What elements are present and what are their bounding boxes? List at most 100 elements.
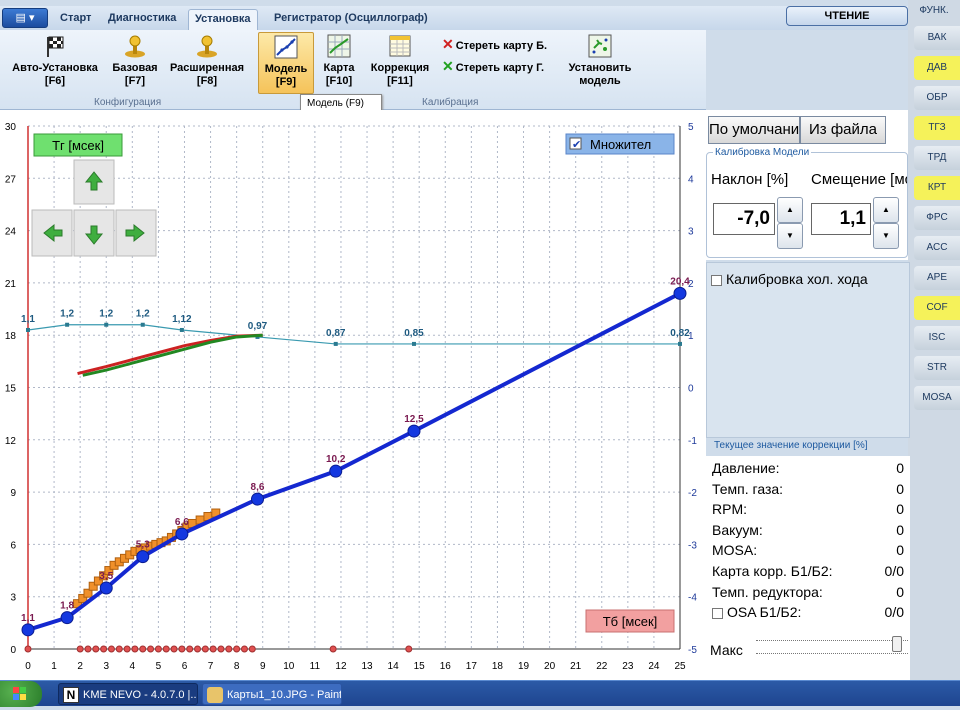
status-label: Темп. газа: — [712, 480, 784, 497]
func-button-тгз[interactable]: ТГЗ — [914, 116, 960, 140]
nav-arrows — [31, 159, 157, 257]
osa-checkbox[interactable] — [712, 607, 723, 619]
taskbar-item-paint[interactable]: Карты1_10.JPG - Paint — [202, 683, 342, 705]
y-tick-label: 9 — [10, 488, 16, 499]
idle-checkbox[interactable] — [711, 274, 722, 286]
tab-installation[interactable]: Установка — [188, 9, 258, 30]
tab-start[interactable]: Старт — [54, 9, 97, 30]
joystick-icon — [123, 34, 147, 58]
model-label: 10,2 — [326, 454, 346, 465]
func-button-фрс[interactable]: ФРС — [914, 206, 960, 230]
clear-map-b-label: Стереть карту Б. — [455, 40, 548, 52]
baseline-point — [24, 645, 32, 653]
multiplier-point — [65, 322, 70, 327]
y2-tick-label: -2 — [688, 488, 697, 499]
status-row: Карта корр. Б1/Б2: 0/0 — [712, 563, 908, 583]
x-tick-label: 25 — [674, 661, 686, 672]
menu-icon: ▤ ▾ — [15, 12, 35, 24]
offset-down-button[interactable]: ▼ — [873, 223, 899, 249]
max-slider-track[interactable] — [756, 640, 908, 654]
status-label: Карта корр. Б1/Б2: — [712, 563, 833, 579]
x-tick-label: 17 — [466, 661, 478, 672]
spin-down-icon: ▼ — [882, 231, 890, 240]
offset-up-button[interactable]: ▲ — [873, 197, 899, 223]
func-button-обр[interactable]: ОБР — [914, 86, 960, 110]
x-tick-label: 10 — [283, 661, 295, 672]
x-tick-label: 7 — [208, 661, 214, 672]
model-point — [673, 286, 687, 300]
model-button[interactable]: Модель [F9] — [258, 32, 314, 94]
slope-down-button[interactable]: ▼ — [777, 223, 803, 249]
taskbar-item-kme[interactable]: N KME NEVO - 4.0.7.0 |... — [58, 683, 198, 705]
idle-calibration-toggle[interactable]: Калибровка хол. хода — [711, 271, 868, 287]
baseline-point — [201, 645, 209, 653]
idle-calibration-label: Калибровка хол. хода — [726, 271, 868, 287]
model-label: 8,6 — [251, 482, 265, 493]
extended-setup-button[interactable]: Расширенная [F8] — [166, 32, 248, 88]
kme-app-icon: N — [63, 687, 79, 703]
func-button-cof[interactable]: COF — [914, 296, 960, 320]
multiplier-label: 1,2 — [99, 309, 113, 320]
func-button-асс[interactable]: АСС — [914, 236, 960, 260]
func-button-вак[interactable]: ВАК — [914, 26, 960, 50]
multiplier-label: 0,97 — [248, 321, 268, 332]
baseline-point — [139, 645, 147, 653]
map-label: Карта — [323, 62, 355, 74]
clear-map-g-label: Стереть карту Г. — [455, 62, 545, 74]
tab-diagnostics[interactable]: Диагностика — [102, 9, 182, 30]
calibration-title: Калибровка Модели — [713, 147, 812, 158]
x-tick-label: 3 — [103, 661, 109, 672]
clear-map-b-button[interactable]: ✕ Стереть карту Б. — [442, 36, 547, 53]
from-file-button[interactable]: Из файла — [800, 116, 886, 144]
y-tick-label: 0 — [10, 645, 16, 656]
x-tick-label: 22 — [596, 661, 608, 672]
status-label: Вакуум: — [712, 521, 763, 538]
model-chart-area: 0 1 2 3 4 5 6 7 8 9 10 11 12 13 14 15 16 17 18 19 20 21 22 23 24… — [0, 110, 706, 680]
max-slider-thumb[interactable] — [892, 636, 902, 652]
multiplier-line — [27, 324, 680, 345]
clear-map-g-button[interactable]: ✕ Стереть карту Г. — [442, 58, 544, 75]
x-tick-label: 14 — [388, 661, 400, 672]
map-button[interactable]: Карта [F10] — [318, 32, 360, 88]
model-point — [99, 581, 113, 595]
spin-down-icon: ▼ — [786, 231, 794, 240]
baseline-point — [115, 645, 123, 653]
max-label: Макс — [710, 642, 743, 658]
model-series: 1,1 1,8 3,5 5,3 6,6 8,6 10,2 12,5 20,4 — [21, 276, 690, 637]
arrow-left-button[interactable] — [31, 209, 73, 257]
baseline-point — [76, 645, 84, 653]
func-button-аре[interactable]: АРЕ — [914, 266, 960, 290]
y-tick-label: 24 — [5, 227, 17, 238]
func-button-дав[interactable]: ДАВ — [914, 56, 960, 80]
multiplier-toggle[interactable]: ✔ Множител — [565, 133, 675, 155]
func-button-трд[interactable]: ТРД — [914, 146, 960, 170]
offset-value[interactable]: 1,1 — [811, 203, 871, 235]
func-button-str[interactable]: STR — [914, 356, 960, 380]
arrow-down-button[interactable] — [73, 209, 115, 257]
tab-recorder[interactable]: Регистратор (Осциллограф) — [268, 9, 434, 30]
auto-setup-button[interactable]: Авто-Установка [F6] — [6, 32, 104, 88]
basic-setup-button[interactable]: Базовая [F7] — [106, 32, 164, 88]
baseline-point — [170, 645, 178, 653]
arrow-up-button[interactable] — [73, 159, 115, 205]
x-tick-label: 13 — [361, 661, 373, 672]
model-label: 20,4 — [670, 276, 690, 287]
taskbar: N KME NEVO - 4.0.7.0 |... Карты1_10.JPG … — [0, 680, 960, 707]
func-button-mosa[interactable]: MOSA — [914, 386, 960, 410]
arrow-right-button[interactable] — [115, 209, 157, 257]
tb-label-box: Тб [мсек] — [585, 609, 675, 633]
slope-value[interactable]: -7,0 — [713, 203, 775, 235]
correction-button[interactable]: Коррекция [F11] — [366, 32, 434, 88]
func-button-isc[interactable]: ISC — [914, 326, 960, 350]
install-model-button[interactable]: Установить модель — [562, 32, 638, 88]
default-button[interactable]: По умолчанию — [708, 116, 800, 144]
status-row: Темп. редуктора: 0 — [712, 584, 908, 604]
y-tick-label: 15 — [5, 384, 17, 395]
model-point — [251, 492, 265, 506]
auto-setup-label: Авто-Установка — [12, 62, 98, 74]
start-button[interactable] — [0, 681, 42, 707]
app-menu-button[interactable]: ▤ ▾ — [2, 8, 48, 28]
slope-up-button[interactable]: ▲ — [777, 197, 803, 223]
baseline-point — [147, 645, 155, 653]
func-button-крт[interactable]: КРТ — [914, 176, 960, 200]
